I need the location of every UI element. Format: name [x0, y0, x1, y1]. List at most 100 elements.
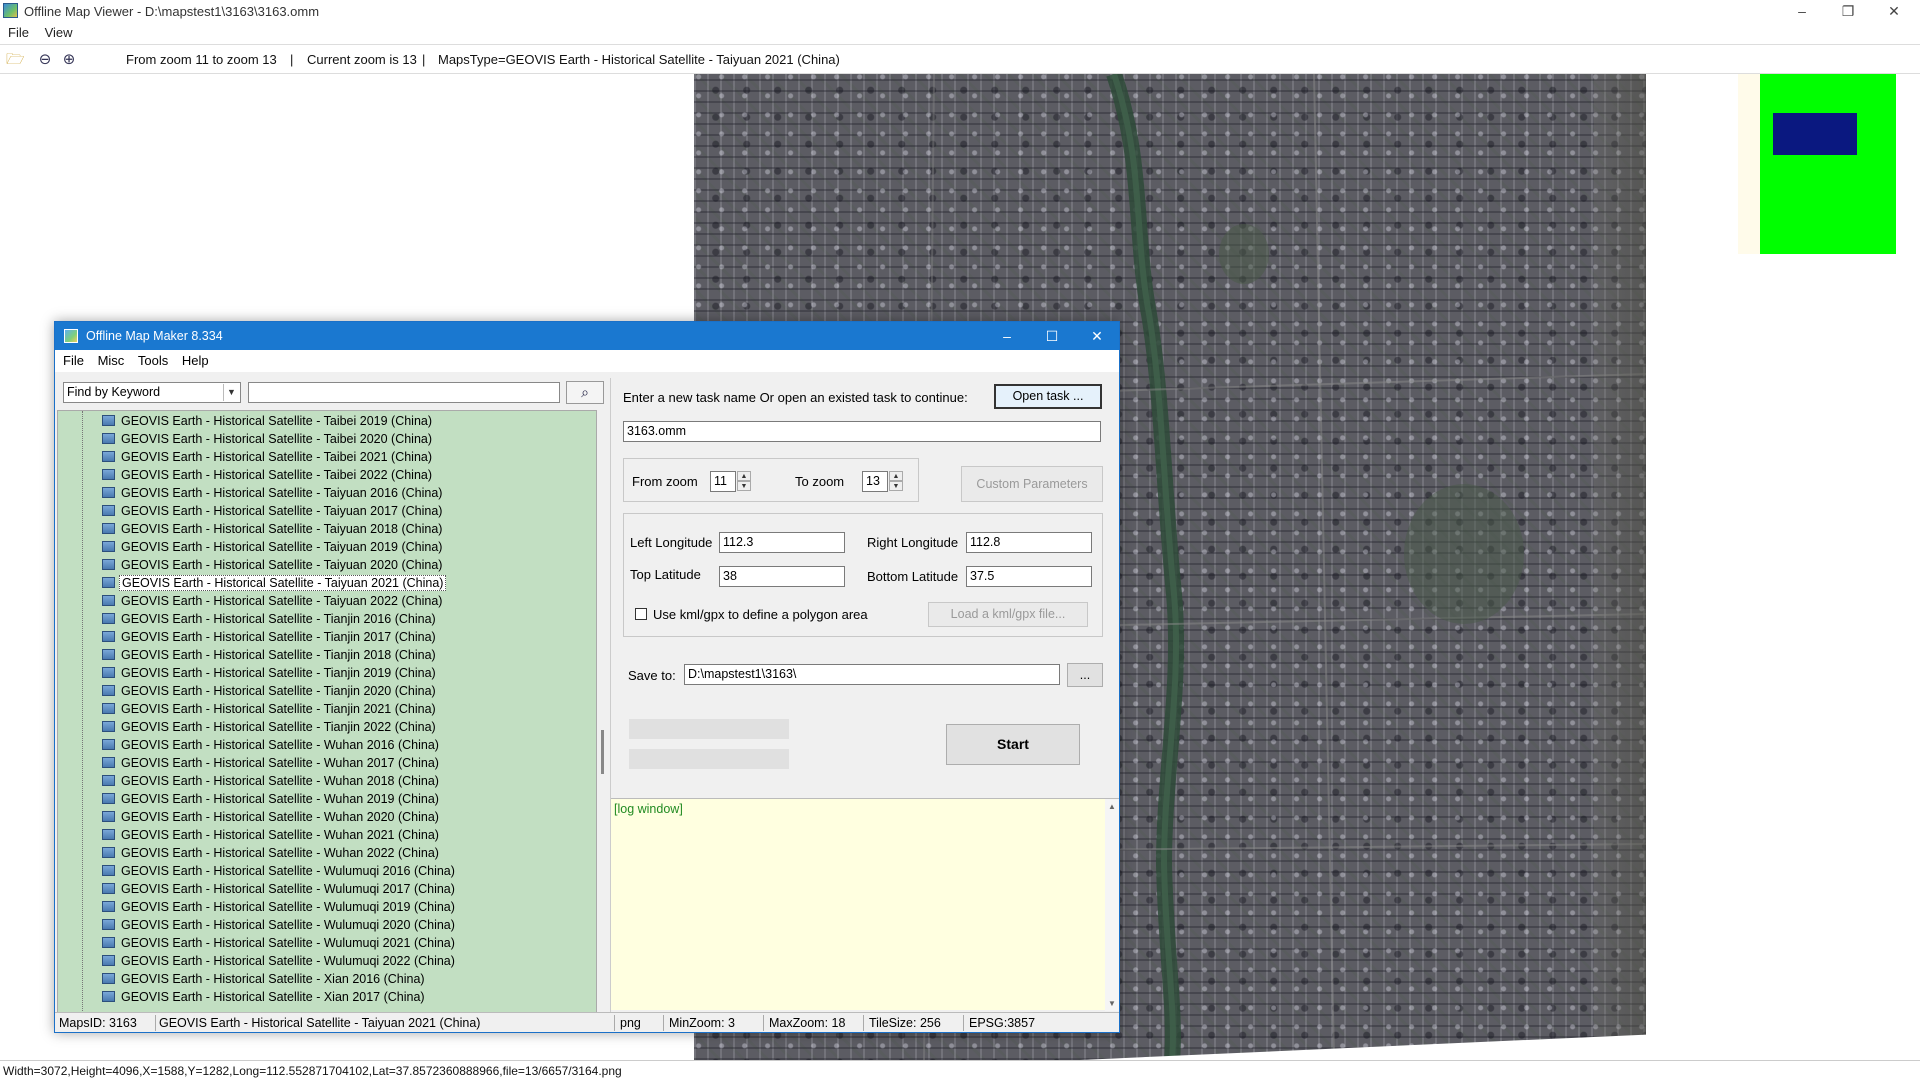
tree-item-label: GEOVIS Earth - Historical Satellite - Wu… [121, 756, 439, 770]
log-scrollbar[interactable]: ▲ ▼ [1105, 799, 1119, 1011]
kml-polygon-checkbox[interactable] [635, 608, 647, 620]
tree-item-label: GEOVIS Earth - Historical Satellite - Wu… [121, 954, 455, 968]
tree-item[interactable]: GEOVIS Earth - Historical Satellite - Ta… [102, 412, 434, 430]
load-kml-button[interactable]: Load a kml/gpx file... [928, 602, 1088, 627]
map-layer-icon [102, 757, 115, 768]
bottom-latitude-input[interactable]: 37.5 [966, 566, 1092, 587]
tree-item[interactable]: GEOVIS Earth - Historical Satellite - Xi… [102, 970, 427, 988]
tree-item[interactable]: GEOVIS Earth - Historical Satellite - Ti… [102, 628, 438, 646]
map-layer-icon [102, 541, 115, 552]
custom-parameters-button[interactable]: Custom Parameters [961, 466, 1103, 502]
map-layer-icon [102, 649, 115, 660]
search-button[interactable]: ⌕ [566, 381, 604, 404]
tree-item[interactable]: GEOVIS Earth - Historical Satellite - Ta… [102, 502, 444, 520]
tree-item[interactable]: GEOVIS Earth - Historical Satellite - Ta… [102, 484, 444, 502]
task-name-input[interactable]: 3163.omm [623, 421, 1101, 442]
tree-item[interactable]: GEOVIS Earth - Historical Satellite - Ti… [102, 646, 438, 664]
tree-item[interactable]: GEOVIS Earth - Historical Satellite - Ti… [102, 700, 438, 718]
spin-down-icon[interactable]: ▼ [737, 481, 751, 491]
map-layer-icon [102, 739, 115, 750]
to-zoom-spinner[interactable]: ▲ ▼ [889, 471, 903, 492]
tree-item[interactable]: GEOVIS Earth - Historical Satellite - Wu… [102, 826, 441, 844]
tree-item[interactable]: GEOVIS Earth - Historical Satellite - Wu… [102, 736, 441, 754]
save-path-input[interactable]: D:\mapstest1\3163\ [684, 664, 1060, 685]
tree-item[interactable]: GEOVIS Earth - Historical Satellite - Ta… [102, 592, 444, 610]
tree-item[interactable]: GEOVIS Earth - Historical Satellite - Wu… [102, 808, 441, 826]
tree-item[interactable]: GEOVIS Earth - Historical Satellite - Ta… [102, 520, 444, 538]
open-task-button[interactable]: Open task ... [994, 384, 1102, 409]
tree-item[interactable]: GEOVIS Earth - Historical Satellite - Ta… [102, 430, 434, 448]
current-zoom-label: Current zoom is 13 [307, 52, 417, 67]
dialog-menu-misc[interactable]: Misc [98, 350, 125, 372]
overview-map[interactable] [1738, 74, 1896, 254]
tree-item[interactable]: GEOVIS Earth - Historical Satellite - Ta… [102, 448, 434, 466]
map-layer-icon [102, 901, 115, 912]
tree-item[interactable]: GEOVIS Earth - Historical Satellite - Ta… [102, 466, 434, 484]
minimize-button[interactable]: – [1780, 0, 1824, 22]
tree-item[interactable]: GEOVIS Earth - Historical Satellite - Ti… [102, 682, 438, 700]
dialog-menu-tools[interactable]: Tools [138, 350, 168, 372]
tree-item[interactable]: GEOVIS Earth - Historical Satellite - Wu… [102, 898, 457, 916]
tree-item[interactable]: GEOVIS Earth - Historical Satellite - Ta… [102, 538, 444, 556]
spin-down-icon[interactable]: ▼ [889, 481, 903, 491]
from-zoom-input[interactable]: 11 [710, 471, 736, 492]
tree-item[interactable]: GEOVIS Earth - Historical Satellite - Ti… [102, 610, 438, 628]
chevron-down-icon[interactable]: ▼ [223, 384, 239, 401]
overview-viewport[interactable] [1773, 113, 1857, 155]
right-longitude-input[interactable]: 112.8 [966, 532, 1092, 553]
top-latitude-input[interactable]: 38 [719, 566, 845, 587]
dialog-maximize-button[interactable]: ☐ [1030, 322, 1074, 350]
tree-item[interactable]: GEOVIS Earth - Historical Satellite - Wu… [102, 916, 457, 934]
tree-item[interactable]: GEOVIS Earth - Historical Satellite - Wu… [102, 862, 457, 880]
map-layer-icon [102, 721, 115, 732]
search-input[interactable] [248, 382, 560, 403]
log-title: [log window] [614, 802, 683, 816]
map-type-tree[interactable]: GEOVIS Earth - Historical Satellite - Ta… [57, 410, 597, 1014]
menu-file[interactable]: File [8, 22, 29, 44]
dialog-menu-file[interactable]: File [63, 350, 84, 372]
browse-button[interactable]: ... [1067, 663, 1103, 687]
dialog-minimize-button[interactable]: – [985, 322, 1029, 350]
tree-item[interactable]: GEOVIS Earth - Historical Satellite - Ti… [102, 718, 438, 736]
tree-scrollbar[interactable] [600, 410, 606, 1014]
tree-item[interactable]: GEOVIS Earth - Historical Satellite - Wu… [102, 880, 457, 898]
tree-item[interactable]: GEOVIS Earth - Historical Satellite - Wu… [102, 754, 441, 772]
tree-item-label: GEOVIS Earth - Historical Satellite - Wu… [121, 774, 439, 788]
map-layer-icon [102, 775, 115, 786]
map-layer-icon [102, 955, 115, 966]
left-longitude-input[interactable]: 112.3 [719, 532, 845, 553]
tree-item[interactable]: GEOVIS Earth - Historical Satellite - Ta… [102, 574, 447, 592]
tree-item-label: GEOVIS Earth - Historical Satellite - Ta… [121, 558, 443, 572]
tree-item[interactable]: GEOVIS Earth - Historical Satellite - Wu… [102, 844, 441, 862]
dialog-close-button[interactable]: ✕ [1075, 322, 1119, 350]
scroll-down-icon[interactable]: ▼ [1105, 999, 1119, 1008]
open-folder-icon[interactable]: 🗁 [6, 51, 25, 69]
from-zoom-spinner[interactable]: ▲ ▼ [737, 471, 751, 492]
zoom-out-icon[interactable]: ⊖ [36, 51, 54, 69]
status-separator [155, 1015, 156, 1031]
tree-item-label: GEOVIS Earth - Historical Satellite - Wu… [121, 900, 455, 914]
start-button[interactable]: Start [946, 724, 1080, 765]
tree-item[interactable]: GEOVIS Earth - Historical Satellite - Xi… [102, 988, 427, 1006]
tree-item[interactable]: GEOVIS Earth - Historical Satellite - Wu… [102, 772, 441, 790]
tree-item-label: GEOVIS Earth - Historical Satellite - Ti… [121, 702, 436, 716]
log-window[interactable]: [log window] ▲ ▼ [611, 798, 1119, 1011]
scroll-up-icon[interactable]: ▲ [1105, 802, 1119, 811]
tree-item[interactable]: GEOVIS Earth - Historical Satellite - Ti… [102, 664, 438, 682]
spin-up-icon[interactable]: ▲ [889, 471, 903, 481]
tree-item[interactable]: GEOVIS Earth - Historical Satellite - Wu… [102, 952, 457, 970]
spin-up-icon[interactable]: ▲ [737, 471, 751, 481]
status-separator [614, 1015, 615, 1031]
tree-scrollbar-thumb[interactable] [601, 730, 604, 774]
to-zoom-input[interactable]: 13 [862, 471, 888, 492]
tree-item[interactable]: GEOVIS Earth - Historical Satellite - Wu… [102, 790, 441, 808]
tree-item[interactable]: GEOVIS Earth - Historical Satellite - Ta… [102, 556, 444, 574]
close-button[interactable]: ✕ [1872, 0, 1916, 22]
tree-item[interactable]: GEOVIS Earth - Historical Satellite - Wu… [102, 934, 457, 952]
menu-view[interactable]: View [45, 22, 73, 44]
find-mode-select[interactable]: Find by Keyword ▼ [63, 382, 241, 403]
map-layer-icon [102, 667, 115, 678]
maximize-button[interactable]: ❐ [1826, 0, 1870, 22]
dialog-menu-help[interactable]: Help [182, 350, 209, 372]
zoom-in-icon[interactable]: ⊕ [60, 51, 78, 69]
